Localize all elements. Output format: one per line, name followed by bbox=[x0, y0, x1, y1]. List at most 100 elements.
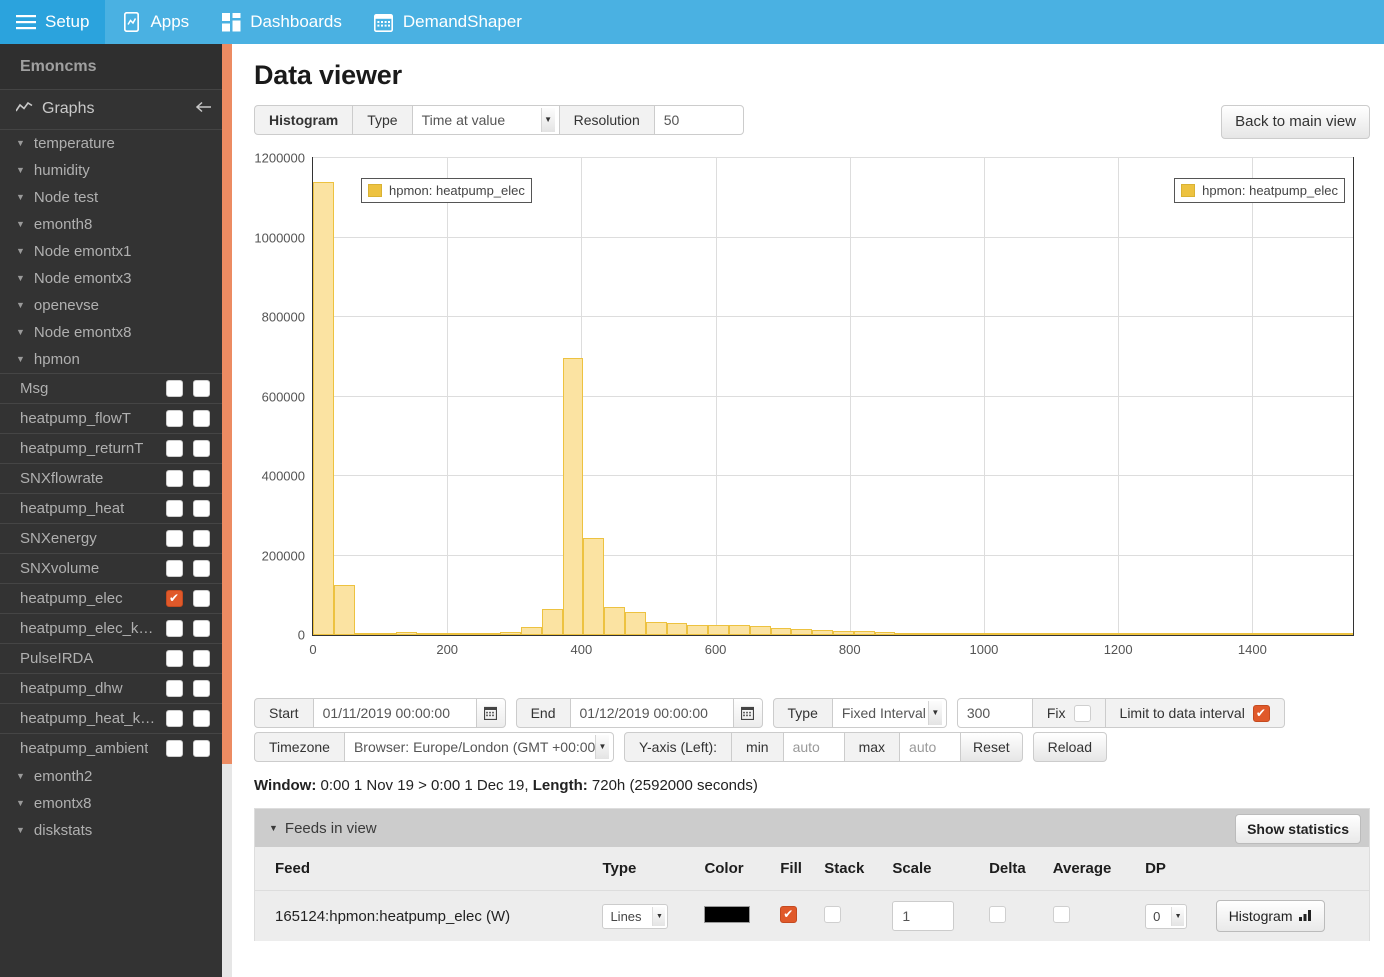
sidebar-feed-left-axis-checkbox[interactable] bbox=[166, 500, 183, 517]
sidebar-feed-item[interactable]: SNXenergy bbox=[0, 523, 232, 553]
start-date-input[interactable]: 01/11/2019 00:00:00 bbox=[312, 698, 477, 728]
sidebar-feed-left-axis-checkbox[interactable] bbox=[166, 470, 183, 487]
sidebar-feed-item[interactable]: heatpump_dhw bbox=[0, 673, 232, 703]
feed-color-cell bbox=[698, 890, 775, 941]
interval-seconds-input[interactable]: 300 bbox=[956, 698, 1033, 728]
x-axis-tick-label: 600 bbox=[704, 642, 727, 657]
nav-item-demandshaper[interactable]: DemandShaper bbox=[358, 0, 538, 44]
sidebar-group-node-emontx8[interactable]: ▼ Node emontx8 bbox=[0, 319, 232, 346]
feed-average-checkbox[interactable] bbox=[1052, 905, 1070, 923]
sidebar-group-label: openevse bbox=[33, 297, 99, 314]
feeds-column-header: Type bbox=[596, 847, 699, 891]
start-calendar-icon[interactable] bbox=[475, 698, 506, 728]
arrow-left-icon[interactable] bbox=[195, 100, 212, 118]
caret-down-icon: ▼ bbox=[16, 273, 25, 283]
sidebar-feed-right-axis-checkbox[interactable] bbox=[193, 740, 210, 757]
bar-chart-icon bbox=[1299, 908, 1312, 924]
resolution-input[interactable]: 50 bbox=[653, 105, 744, 135]
sidebar-feed-right-axis-checkbox[interactable] bbox=[193, 590, 210, 607]
sidebar-feed-left-axis-checkbox[interactable] bbox=[166, 590, 183, 607]
sidebar-feed-item[interactable]: heatpump_heat bbox=[0, 493, 232, 523]
histogram-chart[interactable]: hpmon: heatpump_elec hpmon: heatpump_ele… bbox=[254, 149, 1370, 694]
sidebar-feed-left-axis-checkbox[interactable] bbox=[166, 380, 183, 397]
feed-color-swatch[interactable] bbox=[704, 905, 751, 923]
plot-area[interactable]: hpmon: heatpump_elec hpmon: heatpump_ele… bbox=[254, 151, 1354, 657]
sidebar-feed-item[interactable]: SNXvolume bbox=[0, 553, 232, 583]
sidebar-feed-item[interactable]: heatpump_elec bbox=[0, 583, 232, 613]
feed-type-select[interactable]: Lines ▼ bbox=[602, 903, 669, 929]
feed-scale-input[interactable]: 1 bbox=[892, 901, 955, 931]
sidebar-feed-right-axis-checkbox[interactable] bbox=[193, 530, 210, 547]
sidebar-group-node-test[interactable]: ▼ Node test bbox=[0, 184, 232, 211]
feed-stack-checkbox[interactable] bbox=[824, 905, 842, 923]
nav-item-apps[interactable]: Apps bbox=[105, 0, 205, 44]
sidebar-group-openevse[interactable]: ▼ openevse bbox=[0, 292, 232, 319]
ymax-input[interactable]: auto bbox=[899, 732, 962, 762]
sidebar-feed-left-axis-checkbox[interactable] bbox=[166, 440, 183, 457]
feed-histogram-button[interactable]: Histogram bbox=[1215, 900, 1326, 932]
timezone-select[interactable]: Browser: Europe/London (GMT +00:00) ▼ bbox=[343, 732, 614, 762]
back-to-main-view-button[interactable]: Back to main view bbox=[1221, 105, 1370, 139]
feeds-panel-header[interactable]: ▼ Feeds in view Show statistics bbox=[255, 809, 1369, 847]
sidebar-feed-item[interactable]: heatpump_flowT bbox=[0, 403, 232, 433]
feed-delta-checkbox[interactable] bbox=[989, 905, 1007, 923]
feed-dp-select[interactable]: 0 ▼ bbox=[1145, 903, 1188, 929]
sidebar-item-graphs[interactable]: Graphs bbox=[0, 90, 232, 130]
sidebar-feed-left-axis-checkbox[interactable] bbox=[166, 740, 183, 757]
sidebar-feed-left-axis-checkbox[interactable] bbox=[166, 650, 183, 667]
histogram-type-select[interactable]: Time at value ▼ bbox=[411, 105, 560, 135]
sidebar-group-diskstats[interactable]: ▼ diskstats bbox=[0, 817, 232, 844]
sidebar-feed-right-axis-checkbox[interactable] bbox=[193, 410, 210, 427]
sidebar-group-node-emontx1[interactable]: ▼ Node emontx1 bbox=[0, 238, 232, 265]
end-date-input[interactable]: 01/12/2019 00:00:00 bbox=[569, 698, 734, 728]
sidebar-group-node-emontx3[interactable]: ▼ Node emontx3 bbox=[0, 265, 232, 292]
sidebar-feed-left-axis-checkbox[interactable] bbox=[166, 620, 183, 637]
histogram-bar bbox=[625, 612, 646, 635]
sidebar-feed-item[interactable]: SNXflowrate bbox=[0, 463, 232, 493]
sidebar-feed-item[interactable]: heatpump_returnT bbox=[0, 433, 232, 463]
feed-fill-checkbox[interactable] bbox=[780, 905, 798, 923]
sidebar-feed-right-axis-checkbox[interactable] bbox=[193, 620, 210, 637]
interval-type-select[interactable]: Fixed Interval ▼ bbox=[831, 698, 947, 728]
sidebar-group-label: hpmon bbox=[33, 351, 80, 368]
sidebar-feed-right-axis-checkbox[interactable] bbox=[193, 470, 210, 487]
sidebar-feed-item[interactable]: PulseIRDA bbox=[0, 643, 232, 673]
sidebar-group-emonth8[interactable]: ▼ emonth8 bbox=[0, 211, 232, 238]
sidebar-feed-item[interactable]: heatpump_ambient bbox=[0, 733, 232, 763]
sidebar-group-emontx8[interactable]: ▼ emontx8 bbox=[0, 790, 232, 817]
sidebar-feed-right-axis-checkbox[interactable] bbox=[193, 380, 210, 397]
reload-button[interactable]: Reload bbox=[1032, 732, 1107, 762]
sidebar-feed-right-axis-checkbox[interactable] bbox=[193, 680, 210, 697]
axis-controls: Timezone Browser: Europe/London (GMT +00… bbox=[254, 732, 1370, 762]
histogram-bar bbox=[1165, 633, 1187, 635]
sidebar-feed-left-axis-checkbox[interactable] bbox=[166, 560, 183, 577]
sidebar-feed-item[interactable]: heatpump_elec_k… bbox=[0, 613, 232, 643]
x-gridline bbox=[1118, 158, 1120, 635]
sidebar-scrollbar-thumb[interactable] bbox=[222, 44, 232, 764]
yaxis-reset-button[interactable]: Reset bbox=[960, 732, 1023, 762]
ymin-input[interactable]: auto bbox=[782, 732, 845, 762]
sidebar-feed-right-axis-checkbox[interactable] bbox=[193, 560, 210, 577]
sidebar-feed-right-axis-checkbox[interactable] bbox=[193, 650, 210, 667]
fix-checkbox[interactable] bbox=[1073, 704, 1091, 722]
sidebar-group-temperature[interactable]: ▼ temperature bbox=[0, 130, 232, 157]
sidebar-feed-left-axis-checkbox[interactable] bbox=[166, 410, 183, 427]
sidebar-group-humidity[interactable]: ▼ humidity bbox=[0, 157, 232, 184]
sidebar-feed-item[interactable]: Msg bbox=[0, 373, 232, 403]
sidebar-feed-right-axis-checkbox[interactable] bbox=[193, 440, 210, 457]
nav-item-dashboards[interactable]: Dashboards bbox=[205, 0, 358, 44]
sidebar-feed-left-axis-checkbox[interactable] bbox=[166, 710, 183, 727]
sidebar-feed-item[interactable]: heatpump_heat_k… bbox=[0, 703, 232, 733]
nav-item-setup[interactable]: Setup bbox=[0, 0, 106, 44]
sidebar-group-hpmon[interactable]: ▼ hpmon bbox=[0, 346, 232, 373]
sidebar-scrollbar[interactable] bbox=[222, 44, 232, 977]
histogram-bar bbox=[1332, 633, 1353, 635]
sidebar-feed-right-axis-checkbox[interactable] bbox=[193, 710, 210, 727]
show-statistics-button[interactable]: Show statistics bbox=[1235, 814, 1361, 844]
sidebar-feed-left-axis-checkbox[interactable] bbox=[166, 530, 183, 547]
sidebar-group-emonth2[interactable]: ▼ emonth2 bbox=[0, 763, 232, 790]
sidebar-feed-left-axis-checkbox[interactable] bbox=[166, 680, 183, 697]
end-calendar-icon[interactable] bbox=[732, 698, 763, 728]
limit-to-data-interval-checkbox[interactable] bbox=[1252, 704, 1270, 722]
sidebar-feed-right-axis-checkbox[interactable] bbox=[193, 500, 210, 517]
